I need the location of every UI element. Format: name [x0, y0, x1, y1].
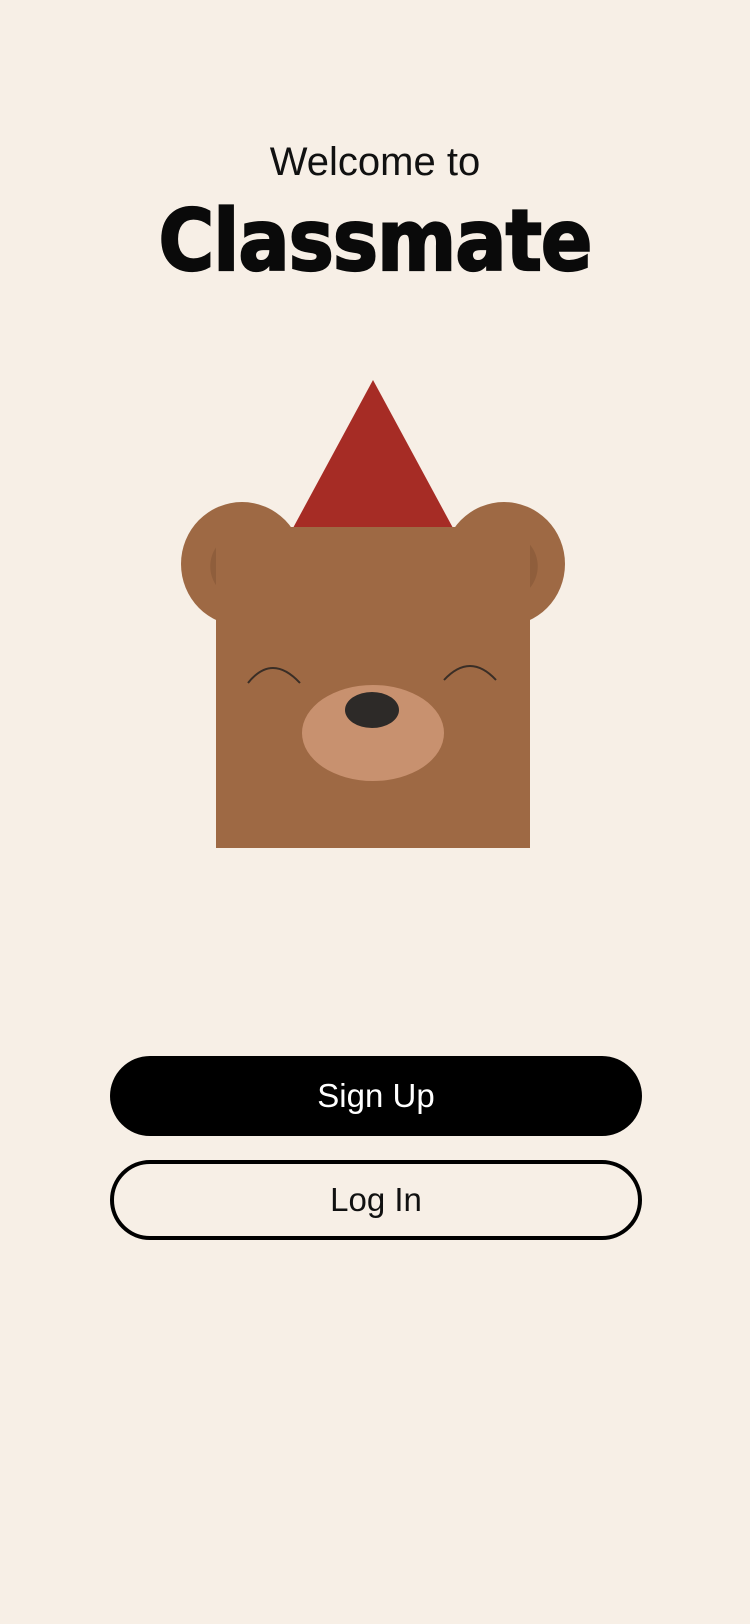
- sign-up-button[interactable]: Sign Up: [110, 1056, 642, 1136]
- bear-nose: [345, 692, 399, 728]
- bear-mascot-icon: [181, 380, 565, 848]
- sign-up-label: Sign Up: [317, 1077, 435, 1114]
- log-in-label: Log In: [330, 1181, 422, 1218]
- party-hat: [293, 380, 453, 528]
- log-in-button[interactable]: Log In: [110, 1160, 642, 1240]
